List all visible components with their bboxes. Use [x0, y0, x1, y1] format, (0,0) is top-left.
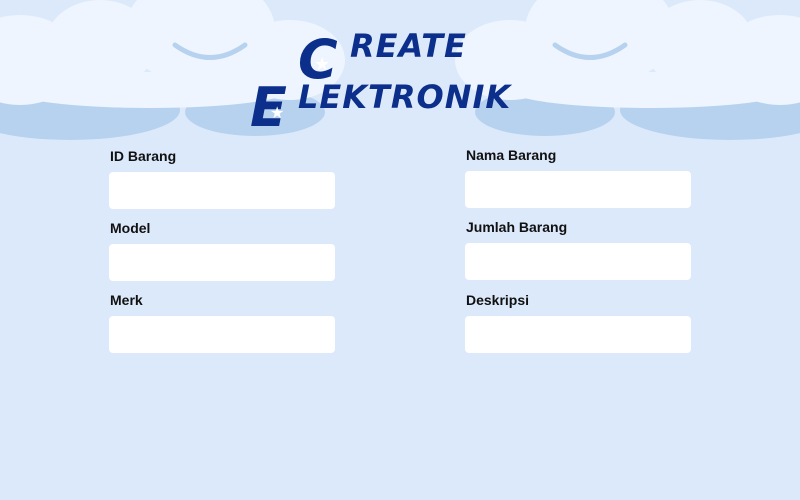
- jumlah-barang-input[interactable]: [465, 243, 691, 280]
- deskripsi-label: Deskripsi: [466, 292, 530, 308]
- id-barang-input[interactable]: [109, 172, 335, 209]
- field-nama-barang: Nama Barang: [465, 147, 691, 208]
- field-deskripsi: Deskripsi: [465, 292, 691, 353]
- nama-barang-input[interactable]: [465, 171, 691, 208]
- deskripsi-input[interactable]: [465, 316, 691, 353]
- model-label: Model: [110, 220, 151, 236]
- title-line-2: LEKTRONIK: [298, 78, 512, 116]
- title-graphic: C ★ REATE E ★ LEKTRONIK: [250, 27, 512, 139]
- star-icon: ★: [314, 54, 330, 75]
- merk-input[interactable]: [109, 316, 335, 353]
- nama-barang-label: Nama Barang: [466, 147, 557, 163]
- model-input[interactable]: [109, 244, 335, 281]
- field-model: Model: [109, 220, 335, 281]
- page-title: C ★ REATE E ★ LEKTRONIK: [0, 0, 800, 140]
- field-jumlah-barang: Jumlah Barang: [465, 219, 691, 280]
- title-line-1: REATE: [350, 27, 467, 65]
- field-merk: Merk: [109, 292, 335, 353]
- jumlah-barang-label: Jumlah Barang: [466, 219, 568, 235]
- merk-label: Merk: [110, 292, 143, 308]
- star-icon-2: ★: [270, 103, 284, 122]
- id-barang-label: ID Barang: [110, 148, 177, 164]
- field-id-barang: ID Barang: [109, 148, 335, 209]
